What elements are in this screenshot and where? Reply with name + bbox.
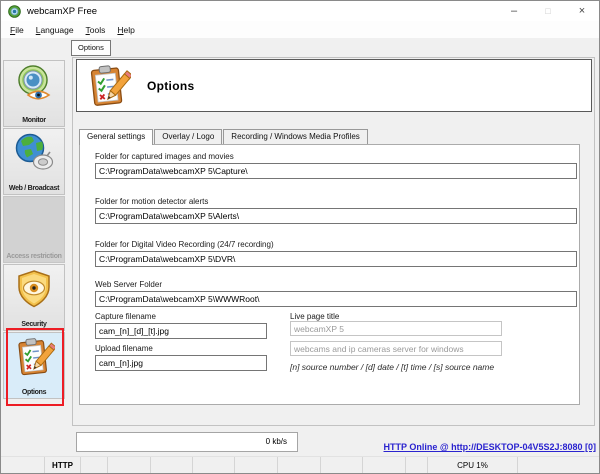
statusbar-cell [108,457,151,473]
window-controls: – □ × [497,1,599,21]
close-button[interactable]: × [565,1,599,21]
sidebar-item-security[interactable]: Security [3,264,65,331]
maximize-button[interactable]: □ [531,1,565,21]
statusbar-cell [321,457,363,473]
upload-filename-input[interactable] [95,355,267,371]
options-window-tab[interactable]: Options [71,40,111,56]
menu-bar: File Language Tools Help [1,21,599,38]
live-page-title-label: Live page title [290,312,339,321]
live-page-title-input-2[interactable] [290,341,502,356]
dvr-folder-label: Folder for Digital Video Recording (24/7… [95,240,274,249]
tab-overlay-logo[interactable]: Overlay / Logo [154,129,222,144]
page-title: Options [147,79,194,93]
capture-folder-label: Folder for captured images and movies [95,152,234,161]
alerts-folder-input[interactable] [95,208,577,224]
menu-file[interactable]: File [4,24,30,36]
sidebar-item-label: Security [4,321,64,328]
alerts-folder-label: Folder for motion detector alerts [95,197,208,206]
filename-placeholders-note: [n] source number / [d] date / [t] time … [290,362,494,372]
main-area: Options General settings Overlay / Logo … [67,57,599,456]
statusbar-cell [151,457,193,473]
capture-filename-input[interactable] [95,323,267,339]
sidebar-item-label: Access restriction [4,253,64,260]
live-page-title-input-1[interactable] [290,321,502,336]
statusbar-http: HTTP [45,457,81,473]
sidebar: Monitor Web / Broadcast Access restricti… [1,57,67,456]
sidebar-item-label: Options [4,389,64,396]
statusbar-cpu: CPU 1% [428,457,518,473]
tab-general-settings[interactable]: General settings [79,129,153,145]
sidebar-item-monitor[interactable]: Monitor [3,60,65,127]
sidebar-item-label: Monitor [4,117,64,124]
settings-tab-control: General settings Overlay / Logo Recordin… [79,129,580,405]
tab-recording-wm-profiles[interactable]: Recording / Windows Media Profiles [223,129,368,144]
sidebar-item-label: Web / Broadcast [4,185,64,192]
sidebar-item-access-restriction: Access restriction [3,196,65,263]
capture-filename-label: Capture filename [95,312,156,321]
statusbar-cell [235,457,278,473]
options-panel: Options General settings Overlay / Logo … [72,57,595,426]
page-header: Options [76,59,592,112]
upload-filename-label: Upload filename [95,344,153,353]
statusbar-cell [518,457,599,473]
tab-strip: General settings Overlay / Logo Recordin… [79,129,580,144]
general-settings-panel: Folder for captured images and movies Fo… [79,144,580,405]
menu-help[interactable]: Help [111,24,140,36]
window-title: webcamXP Free [27,6,97,17]
capture-folder-input[interactable] [95,163,577,179]
title-bar: webcamXP Free – □ × [1,1,599,21]
statusbar-cell [363,457,406,473]
bandwidth-indicator: 0 kb/s [76,432,298,452]
statusbar-cell [1,457,45,473]
sidebar-item-options[interactable]: Options [3,332,65,399]
statusbar-cell [278,457,321,473]
toolbar-row: Options [1,38,599,57]
menu-tools[interactable]: Tools [80,24,112,36]
statusbar-cell [81,457,108,473]
app-window: webcamXP Free – □ × File Language Tools … [0,0,600,474]
clipboard-pencil-icon [85,63,131,109]
statusbar-cell [406,457,428,473]
status-bar: HTTP CPU 1% [1,456,599,473]
app-icon [8,5,21,18]
dvr-folder-input[interactable] [95,251,577,267]
web-server-folder-label: Web Server Folder [95,280,162,289]
http-server-link[interactable]: HTTP Online @ http://DESKTOP-04V5S2J:808… [384,442,597,452]
minimize-button[interactable]: – [497,1,531,21]
web-server-folder-input[interactable] [95,291,577,307]
statusbar-cell [193,457,235,473]
sidebar-item-web-broadcast[interactable]: Web / Broadcast [3,128,65,195]
body-row: Monitor Web / Broadcast Access restricti… [1,57,599,456]
menu-language[interactable]: Language [30,24,80,36]
